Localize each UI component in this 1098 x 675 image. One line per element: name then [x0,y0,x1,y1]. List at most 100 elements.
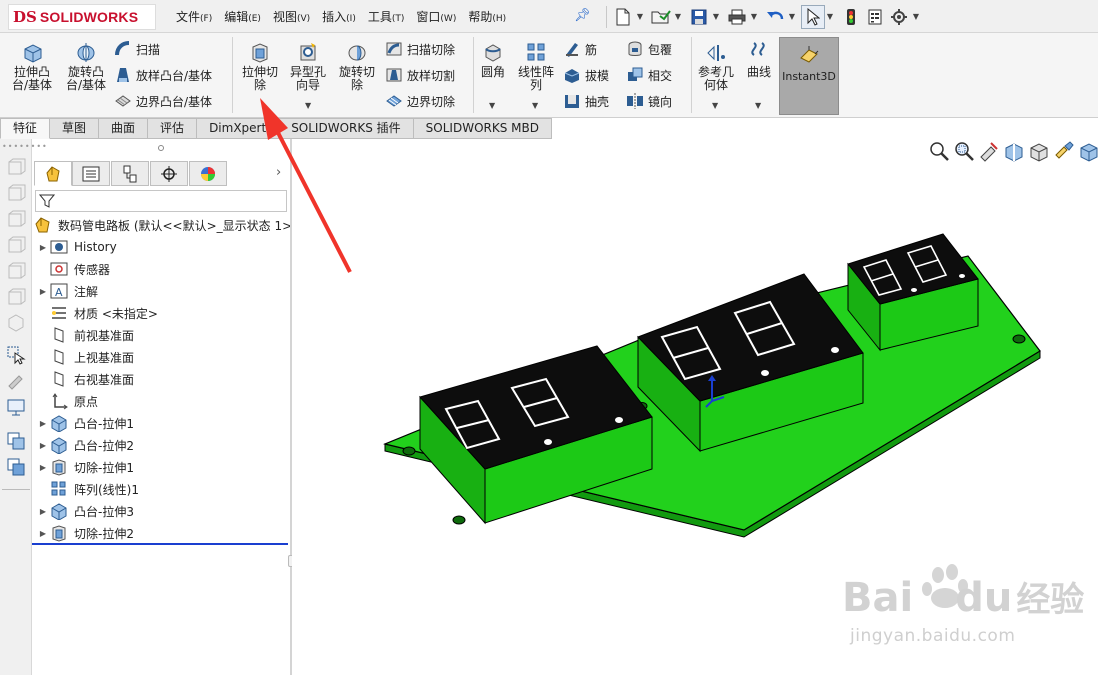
save-dropdown[interactable]: ▼ [711,12,721,21]
tree-item-boss-extrude1[interactable]: ▶ 凸台-拉伸1 [36,412,134,434]
panel-grip-handle[interactable] [158,145,164,151]
cube-iso-icon[interactable] [6,313,26,333]
menu-help[interactable]: 帮助(H) [468,8,506,25]
curves-dropdown[interactable]: ▼ [755,101,761,110]
tab-features[interactable]: 特征 [0,118,51,139]
select-filter-icon[interactable] [6,345,26,365]
tree-item-sensors[interactable]: 传感器 [36,258,110,280]
shell-button[interactable]: 抽壳 [563,90,609,112]
tab-sketch[interactable]: 草图 [50,118,100,139]
loft-boss-button[interactable]: 放样凸台/基体 [114,64,212,86]
expand-arrow-icon[interactable]: ▶ [36,529,50,538]
panel-expand-arrow-icon[interactable]: › [276,165,281,180]
menu-insert[interactable]: 插入(I) [322,8,356,25]
expand-arrow-icon[interactable]: ▶ [36,243,50,252]
tree-item-annotations[interactable]: ▶ A 注解 [36,280,98,302]
menu-file[interactable]: 文件(F) [176,8,212,25]
dimxpert-manager-tab[interactable] [150,161,188,186]
strip-grip-dots[interactable]: •••••••• [2,142,48,151]
display-monitor-icon[interactable] [6,397,26,417]
new-dropdown[interactable]: ▼ [635,12,645,21]
intersect-button[interactable]: 相交 [626,64,672,86]
open-dropdown[interactable]: ▼ [673,12,683,21]
undo-icon[interactable] [763,5,787,29]
menu-view[interactable]: 视图(V) [273,8,310,25]
boundary-boss-button[interactable]: 边界凸台/基体 [114,90,212,112]
cube-front-icon[interactable] [6,157,26,177]
new-document-icon[interactable] [611,5,635,29]
tab-mbd[interactable]: SOLIDWORKS MBD [413,118,552,139]
revolve-cut-button[interactable]: 旋转切 除 [332,39,382,92]
tree-item-cut-extrude2[interactable]: ▶ 切除-拉伸2 [36,522,134,544]
tree-item-right-plane[interactable]: 右视基准面 [36,368,134,390]
cube-top-icon[interactable] [6,261,26,281]
tree-item-top-plane[interactable]: 上视基准面 [36,346,134,368]
pin-menu-icon[interactable]: 📌︎ [574,8,591,23]
expand-arrow-icon[interactable]: ▶ [36,441,50,450]
file-properties-icon[interactable] [863,5,887,29]
tab-addins[interactable]: SOLIDWORKS 插件 [279,118,414,139]
instant3d-toggle[interactable]: Instant3D [779,37,839,115]
tab-dimxpert[interactable]: DimXpert [197,118,280,139]
boundary-cut-button[interactable]: 边界切除 [385,90,455,112]
configuration-manager-tab[interactable] [111,161,149,186]
cube-back-icon[interactable] [6,183,26,203]
tab-surfaces[interactable]: 曲面 [99,118,149,139]
fillet-dropdown[interactable]: ▼ [489,101,495,110]
print-dropdown[interactable]: ▼ [749,12,759,21]
tab-evaluate[interactable]: 评估 [148,118,198,139]
tile-view-icon[interactable] [6,457,26,477]
measure-icon[interactable] [6,371,26,391]
menu-window[interactable]: 窗口(W) [416,8,456,25]
draft-button[interactable]: 拔模 [563,64,609,86]
select-dropdown[interactable]: ▼ [825,12,835,21]
extrude-boss-button[interactable]: 拉伸凸 台/基体 [7,39,57,92]
menu-tools[interactable]: 工具(T) [368,8,405,25]
open-icon[interactable] [649,5,673,29]
sweep-button[interactable]: 扫描 [114,38,160,60]
undo-dropdown[interactable]: ▼ [787,12,797,21]
cube-left-icon[interactable] [6,209,26,229]
revolve-boss-button[interactable]: 旋转凸 台/基体 [61,39,111,92]
tree-item-boss-extrude3[interactable]: ▶ 凸台-拉伸3 [36,500,134,522]
reference-geometry-dropdown[interactable]: ▼ [712,101,718,110]
rib-button[interactable]: 筋 [563,38,597,60]
solidworks-logo[interactable]: DS SOLIDWORKS [8,4,156,30]
options-gear-icon[interactable] [887,5,911,29]
tree-filter-input[interactable] [35,190,287,212]
lofted-cut-button[interactable]: 放样切割 [385,64,455,86]
rollback-bar[interactable] [32,543,288,545]
tree-item-history[interactable]: ▶ History [36,236,117,258]
linear-pattern-dropdown[interactable]: ▼ [532,101,538,110]
tree-item-boss-extrude2[interactable]: ▶ 凸台-拉伸2 [36,434,134,456]
save-icon[interactable] [687,5,711,29]
tree-item-origin[interactable]: 原点 [36,390,98,412]
display-manager-tab[interactable] [189,161,227,186]
traffic-light-icon[interactable] [839,5,863,29]
tree-item-front-plane[interactable]: 前视基准面 [36,324,134,346]
expand-arrow-icon[interactable]: ▶ [36,463,50,472]
expand-arrow-icon[interactable]: ▶ [36,287,50,296]
hole-wizard-button[interactable]: 异型孔 向导 [283,39,333,92]
tree-item-cut-extrude1[interactable]: ▶ 切除-拉伸1 [36,456,134,478]
select-icon[interactable] [801,4,825,29]
expand-arrow-icon[interactable]: ▶ [36,507,50,516]
hole-wizard-dropdown[interactable]: ▼ [305,101,311,110]
copy-view-icon[interactable] [6,431,26,451]
wrap-button[interactable]: 包覆 [626,38,672,60]
feature-manager-tab[interactable] [34,161,72,186]
curves-button[interactable]: 曲线 [734,39,784,79]
tree-item-material[interactable]: 材质 <未指定> [36,302,158,324]
tree-item-linear-pattern1[interactable]: 阵列(线性)1 [36,478,139,500]
expand-arrow-icon[interactable]: ▶ [36,419,50,428]
mirror-button[interactable]: 镜向 [626,90,672,112]
cube-right-icon[interactable] [6,235,26,255]
linear-pattern-button[interactable]: 线性阵 列 [511,39,561,92]
menu-edit[interactable]: 编辑(E) [224,8,261,25]
tree-root-part[interactable]: 数码管电路板 (默认<<默认>_显示状态 1> [34,214,292,236]
swept-cut-button[interactable]: 扫描切除 [385,38,455,60]
options-dropdown[interactable]: ▼ [911,12,921,21]
print-icon[interactable] [725,5,749,29]
property-manager-tab[interactable] [72,161,110,186]
cube-bottom-icon[interactable] [6,287,26,307]
